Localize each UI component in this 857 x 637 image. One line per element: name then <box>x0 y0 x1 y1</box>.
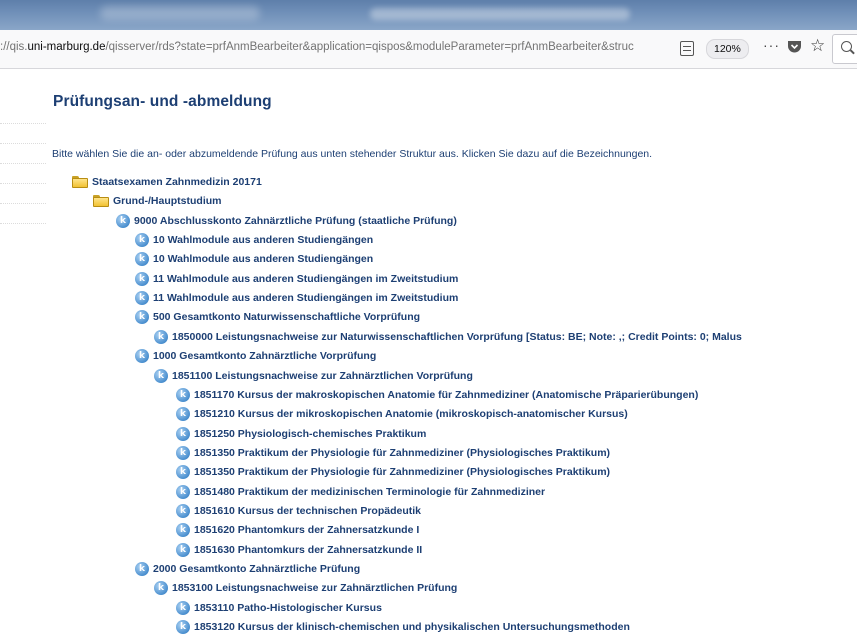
account-k-icon: k <box>176 620 190 635</box>
account-k-icon: k <box>176 523 190 538</box>
tree-item-link[interactable]: 1851610 Kursus der technischen Propädeut… <box>194 505 421 517</box>
tree-row: k 1851210 Kursus der mikroskopischen Anat… <box>176 404 628 424</box>
instruction-text: Bitte wählen Sie die an- oder abzumelden… <box>52 148 653 160</box>
tree-item-link[interactable]: 1853110 Patho-Histologischer Kursus <box>194 602 382 614</box>
tree-item-link[interactable]: 500 Gesamtkonto Naturwissenschaftliche V… <box>153 311 420 323</box>
tree-row: k 1853110 Patho-Histologischer Kursus <box>176 598 382 618</box>
tree-item-link[interactable]: 11 Wahlmodule aus anderen Studiengängen … <box>153 292 458 304</box>
tree-item-link[interactable]: 1850000 Leistungsnachweise zur Naturwiss… <box>172 331 742 343</box>
tree-row: k 2000 Gesamtkonto Zahnärztliche Prüfung <box>135 559 360 579</box>
tree-row: k 1851480 Praktikum der medizinischen Ter… <box>176 482 545 502</box>
account-k-icon: k <box>135 271 149 286</box>
tree-row: k 1851350 Praktikum der Physiologie für Z… <box>176 462 610 482</box>
url-domain: uni-marburg.de <box>27 41 106 53</box>
folder-icon <box>93 195 110 208</box>
tree-row: k 1851100 Leistungsnachweise zur Zahnärzt… <box>154 366 473 386</box>
account-k-icon: k <box>154 368 168 383</box>
tree-item-link[interactable]: 10 Wahlmodule aus anderen Studiengängen <box>153 234 373 246</box>
account-k-icon: k <box>176 465 190 480</box>
pocket-icon[interactable] <box>787 40 802 59</box>
tree-row: k 1851620 Phantomkurs der Zahnersatzkunde… <box>176 520 419 540</box>
tree-row: k 500 Gesamtkonto Naturwissenschaftliche … <box>135 307 420 327</box>
account-k-icon: k <box>176 445 190 460</box>
tree-row: k 1853100 Leistungsnachweise zur Zahnärzt… <box>154 578 457 598</box>
url-prefix: ://qis. <box>0 41 28 53</box>
nav-separator <box>0 105 46 124</box>
nav-separator <box>0 125 46 144</box>
account-k-icon: k <box>116 213 130 228</box>
account-k-icon: k <box>135 562 149 576</box>
window-title-bar <box>0 0 857 30</box>
tree-item-link[interactable]: 1000 Gesamtkonto Zahnärztliche Vorprüfun… <box>153 350 376 362</box>
tree-row: k 1853120 Kursus der klinisch-chemischen … <box>176 617 630 637</box>
tree-item-link[interactable]: Grund-/Hauptstudium <box>113 195 222 207</box>
tree-row: k 1851170 Kursus der makroskopischen Anat… <box>176 385 698 405</box>
account-k-icon: k <box>135 233 149 248</box>
account-k-icon: k <box>154 581 168 596</box>
account-k-icon: k <box>154 329 168 344</box>
tree-item-link[interactable]: 1851250 Physiologisch-chemisches Praktik… <box>194 428 426 440</box>
bookmark-star-icon[interactable]: ☆ <box>810 36 825 56</box>
tree-row: k 1851630 Phantomkurs der Zahnersatzkunde… <box>176 540 422 560</box>
tree-item-link[interactable]: 2000 Gesamtkonto Zahnärztliche Prüfung <box>153 563 360 575</box>
reader-view-icon[interactable] <box>680 41 694 56</box>
page-actions-menu-icon[interactable]: ··· <box>763 37 780 53</box>
account-k-icon: k <box>176 407 190 422</box>
tree-row: k 11 Wahlmodule aus anderen Studiengängen… <box>135 288 458 308</box>
tree-item-link[interactable]: 1851620 Phantomkurs der Zahnersatzkunde … <box>194 524 419 536</box>
tree-row: k 9000 Abschlusskonto Zahnärztliche Prüfu… <box>116 211 457 231</box>
tree-row: k 1850000 Leistungsnachweise zur Naturwis… <box>154 327 742 347</box>
tree-item-link[interactable]: Staatsexamen Zahnmedizin 20171 <box>92 176 262 188</box>
tree-row: k 10 Wahlmodule aus anderen Studiengängen <box>135 230 373 250</box>
tree-item-link[interactable]: 1851630 Phantomkurs der Zahnersatzkunde … <box>194 544 422 556</box>
url-field[interactable]: ://qis.uni-marburg.de/qisserver/rds?stat… <box>0 41 668 53</box>
left-navigation-residue <box>0 105 46 225</box>
nav-separator <box>0 185 46 204</box>
tree-item-link[interactable]: 1851210 Kursus der mikroskopischen Anato… <box>194 408 628 420</box>
tree-item-link[interactable]: 1853120 Kursus der klinisch-chemischen u… <box>194 621 630 633</box>
page-title: Prüfungsan- und -abmeldung <box>53 93 272 110</box>
account-k-icon: k <box>135 291 149 306</box>
account-k-icon: k <box>176 484 190 499</box>
account-k-icon: k <box>135 349 149 364</box>
folder-icon <box>72 176 89 188</box>
tree-row: k 11 Wahlmodule aus anderen Studiengängen… <box>135 269 458 289</box>
tree-item-link[interactable]: 1851350 Praktikum der Physiologie für Za… <box>194 447 610 459</box>
nav-separator <box>0 165 46 184</box>
tree-row: k 1851250 Physiologisch-chemisches Prakti… <box>176 424 426 444</box>
tree-item-link[interactable]: 1851100 Leistungsnachweise zur Zahnärztl… <box>172 370 473 382</box>
zoom-level-button[interactable]: 120% <box>706 39 749 59</box>
tree-item-link[interactable]: 1851350 Praktikum der Physiologie für Za… <box>194 466 610 478</box>
tree-row: k 10 Wahlmodule aus anderen Studiengängen <box>135 249 373 269</box>
search-icon <box>841 41 852 52</box>
tree-row: Grund-/Hauptstudium <box>93 191 222 211</box>
title-bar-blurred-region <box>100 6 260 20</box>
tree-item-link[interactable]: 1851170 Kursus der makroskopischen Anato… <box>194 389 698 401</box>
account-k-icon: k <box>135 252 149 267</box>
address-bar: ://qis.uni-marburg.de/qisserver/rds?stat… <box>0 30 857 69</box>
search-box[interactable] <box>832 34 857 64</box>
url-path: /qisserver/rds?state=prfAnmBearbeiter&ap… <box>105 41 634 53</box>
account-k-icon: k <box>176 426 190 441</box>
tree-item-link[interactable]: 11 Wahlmodule aus anderen Studiengängen … <box>153 273 458 285</box>
tree-item-link[interactable]: 9000 Abschlusskonto Zahnärztliche Prüfun… <box>134 215 457 227</box>
account-k-icon: k <box>176 503 190 518</box>
account-k-icon: k <box>176 600 190 615</box>
window-title-blurred <box>370 8 630 20</box>
tree-row: k 1851610 Kursus der technischen Propädeu… <box>176 501 421 521</box>
tree-item-link[interactable]: 1851480 Praktikum der medizinischen Term… <box>194 486 545 498</box>
tree-row: k 1000 Gesamtkonto Zahnärztliche Vorprüfu… <box>135 346 376 366</box>
account-k-icon: k <box>176 542 190 557</box>
tree-item-link[interactable]: 10 Wahlmodule aus anderen Studiengängen <box>153 253 373 265</box>
tree-item-link[interactable]: 1853100 Leistungsnachweise zur Zahnärztl… <box>172 582 457 594</box>
nav-separator <box>0 205 46 224</box>
account-k-icon: k <box>176 387 190 402</box>
account-k-icon: k <box>135 310 149 325</box>
tree-row: k 1851350 Praktikum der Physiologie für Z… <box>176 443 610 463</box>
tree-row: Staatsexamen Zahnmedizin 20171 <box>72 172 262 192</box>
nav-separator <box>0 145 46 164</box>
